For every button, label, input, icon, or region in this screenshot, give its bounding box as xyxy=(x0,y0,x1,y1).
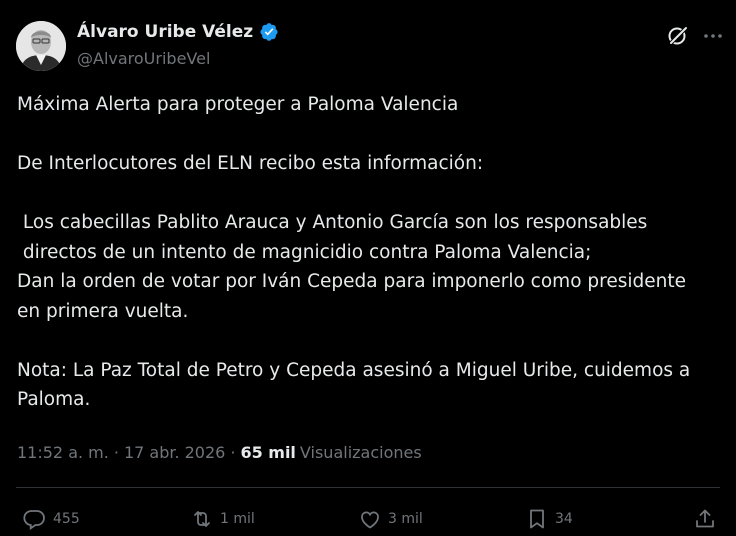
avatar[interactable] xyxy=(16,21,66,71)
reply-button[interactable]: 455 xyxy=(23,506,80,532)
repost-icon xyxy=(194,511,210,527)
tweet-paragraph: De Interlocutores del ELN recibo esta in… xyxy=(17,153,484,174)
share-icon xyxy=(696,509,714,528)
bookmark-icon xyxy=(530,509,544,529)
meta-separator: · xyxy=(230,443,236,462)
tweet-time[interactable]: 11:52 a. m. xyxy=(17,443,109,462)
avatar-photo xyxy=(16,21,66,71)
tweet-paragraph: Nota: La Paz Total de Petro y Cepeda ase… xyxy=(17,359,691,411)
tweet-meta: 11:52 a. m. · 17 abr. 2026 · 65 mil Visu… xyxy=(17,443,422,462)
tweet-date[interactable]: 17 abr. 2026 xyxy=(124,443,225,462)
reply-icon xyxy=(23,510,45,531)
like-button[interactable]: 3 mil xyxy=(358,506,423,532)
views-count: 65 mil xyxy=(240,443,296,462)
meta-separator: · xyxy=(113,443,119,462)
more-options-icon[interactable] xyxy=(701,24,725,48)
divider xyxy=(16,487,720,488)
verified-badge-icon[interactable] xyxy=(259,22,279,42)
grok-icon[interactable] xyxy=(666,24,690,48)
bookmark-count: 34 xyxy=(555,511,573,527)
tweet-text: Máxima Alerta para proteger a Paloma Val… xyxy=(17,90,722,415)
author-display-name[interactable]: Álvaro Uribe Vélez xyxy=(77,22,253,42)
reply-count: 455 xyxy=(53,511,80,527)
tweet-paragraph: Máxima Alerta para proteger a Paloma Val… xyxy=(17,94,459,115)
like-icon xyxy=(361,511,379,529)
repost-button[interactable]: 1 mil xyxy=(190,506,255,532)
repost-count: 1 mil xyxy=(220,511,255,527)
views-label: Visualizaciones xyxy=(299,443,422,462)
tweet-paragraph: Los cabecillas Pablito Arauca y Antonio … xyxy=(17,212,686,322)
author-handle[interactable]: @AlvaroUribeVel xyxy=(77,49,210,68)
like-count: 3 mil xyxy=(388,511,423,527)
author-name-row[interactable]: Álvaro Uribe Vélez xyxy=(77,22,279,42)
share-button[interactable] xyxy=(693,506,717,532)
bookmark-button[interactable]: 34 xyxy=(525,506,573,532)
